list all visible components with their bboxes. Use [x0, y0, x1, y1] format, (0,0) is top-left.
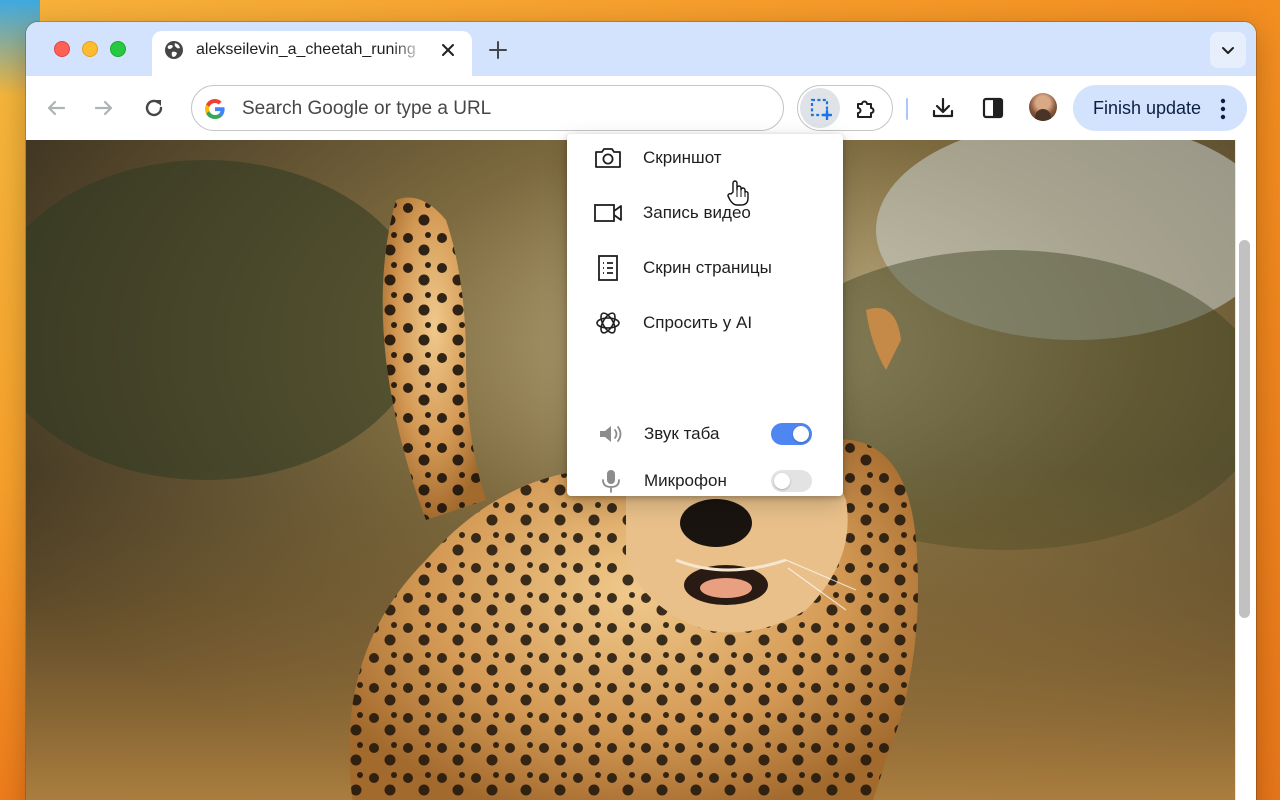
tab-search-button[interactable]	[1210, 32, 1246, 68]
microphone-switch[interactable]	[771, 470, 812, 492]
extensions-puzzle-icon[interactable]	[853, 96, 879, 122]
page-document-icon	[598, 255, 618, 281]
arrow-left-icon	[47, 100, 66, 116]
toolbar: Search Google or type a URL Finish updat…	[26, 76, 1256, 140]
minimize-window-button[interactable]	[82, 41, 98, 57]
menu-item-ask-ai[interactable]: Спросить у AI	[567, 299, 843, 347]
zoom-window-button[interactable]	[110, 41, 126, 57]
extensions-group	[797, 85, 893, 131]
speaker-icon	[600, 426, 622, 442]
side-panel-icon[interactable]	[981, 96, 1005, 120]
toggle-label: Звук таба	[644, 424, 720, 443]
toggle-label: Микрофон	[644, 471, 727, 490]
toolbar-divider	[906, 98, 908, 120]
arrow-right-icon	[94, 100, 113, 116]
video-camera-icon	[594, 204, 622, 222]
globe-icon	[165, 41, 183, 59]
microphone-icon	[602, 470, 620, 493]
screenshot-extension-menu: Скриншот Запись видео Скрин страницы Спр…	[567, 134, 843, 496]
switch-knob	[774, 473, 790, 489]
omnibox-placeholder: Search Google or type a URL	[242, 98, 492, 119]
chevron-down-icon	[1222, 47, 1234, 54]
switch-knob	[793, 426, 809, 442]
menu-item-record-video[interactable]: Запись видео	[567, 189, 843, 237]
openai-icon	[596, 312, 620, 334]
hand-cursor-icon	[727, 180, 749, 206]
more-vertical-icon	[1220, 98, 1226, 120]
profile-avatar[interactable]	[1029, 93, 1057, 121]
selection-crop-icon	[810, 98, 832, 120]
forward-button[interactable]	[90, 94, 118, 122]
screenshot-extension-button[interactable]	[800, 88, 840, 128]
google-g-icon	[205, 99, 225, 119]
reload-icon	[145, 99, 163, 117]
tab-active[interactable]: alekseilevin_a_cheetah_runing	[152, 31, 472, 76]
close-window-button[interactable]	[54, 41, 70, 57]
omnibox[interactable]: Search Google or type a URL	[191, 85, 784, 131]
finish-update-button[interactable]: Finish update	[1073, 85, 1247, 131]
toggle-tab-sound: Звук таба	[567, 414, 843, 454]
menu-item-label: Скрин страницы	[643, 258, 772, 277]
back-button[interactable]	[42, 94, 70, 122]
new-tab-button[interactable]	[486, 38, 510, 62]
close-icon[interactable]	[438, 40, 458, 60]
menu-item-screenshot[interactable]: Скриншот	[567, 134, 843, 182]
tab-sound-switch[interactable]	[771, 423, 812, 445]
tab-title: alekseilevin_a_cheetah_runing	[196, 41, 416, 58]
menu-item-page-screenshot[interactable]: Скрин страницы	[567, 244, 843, 292]
tab-strip: alekseilevin_a_cheetah_runing	[26, 22, 1256, 76]
reload-button[interactable]	[140, 94, 168, 122]
camera-icon	[595, 148, 621, 168]
menu-item-label: Скриншот	[643, 148, 722, 167]
toggle-microphone: Микрофон	[567, 461, 843, 501]
browser-window: alekseilevin_a_cheetah_runing Search Goo…	[26, 22, 1256, 800]
finish-update-label: Finish update	[1093, 98, 1202, 118]
menu-item-label: Спросить у AI	[643, 313, 753, 332]
download-icon[interactable]	[930, 95, 956, 121]
scrollbar-thumb[interactable]	[1239, 240, 1250, 618]
